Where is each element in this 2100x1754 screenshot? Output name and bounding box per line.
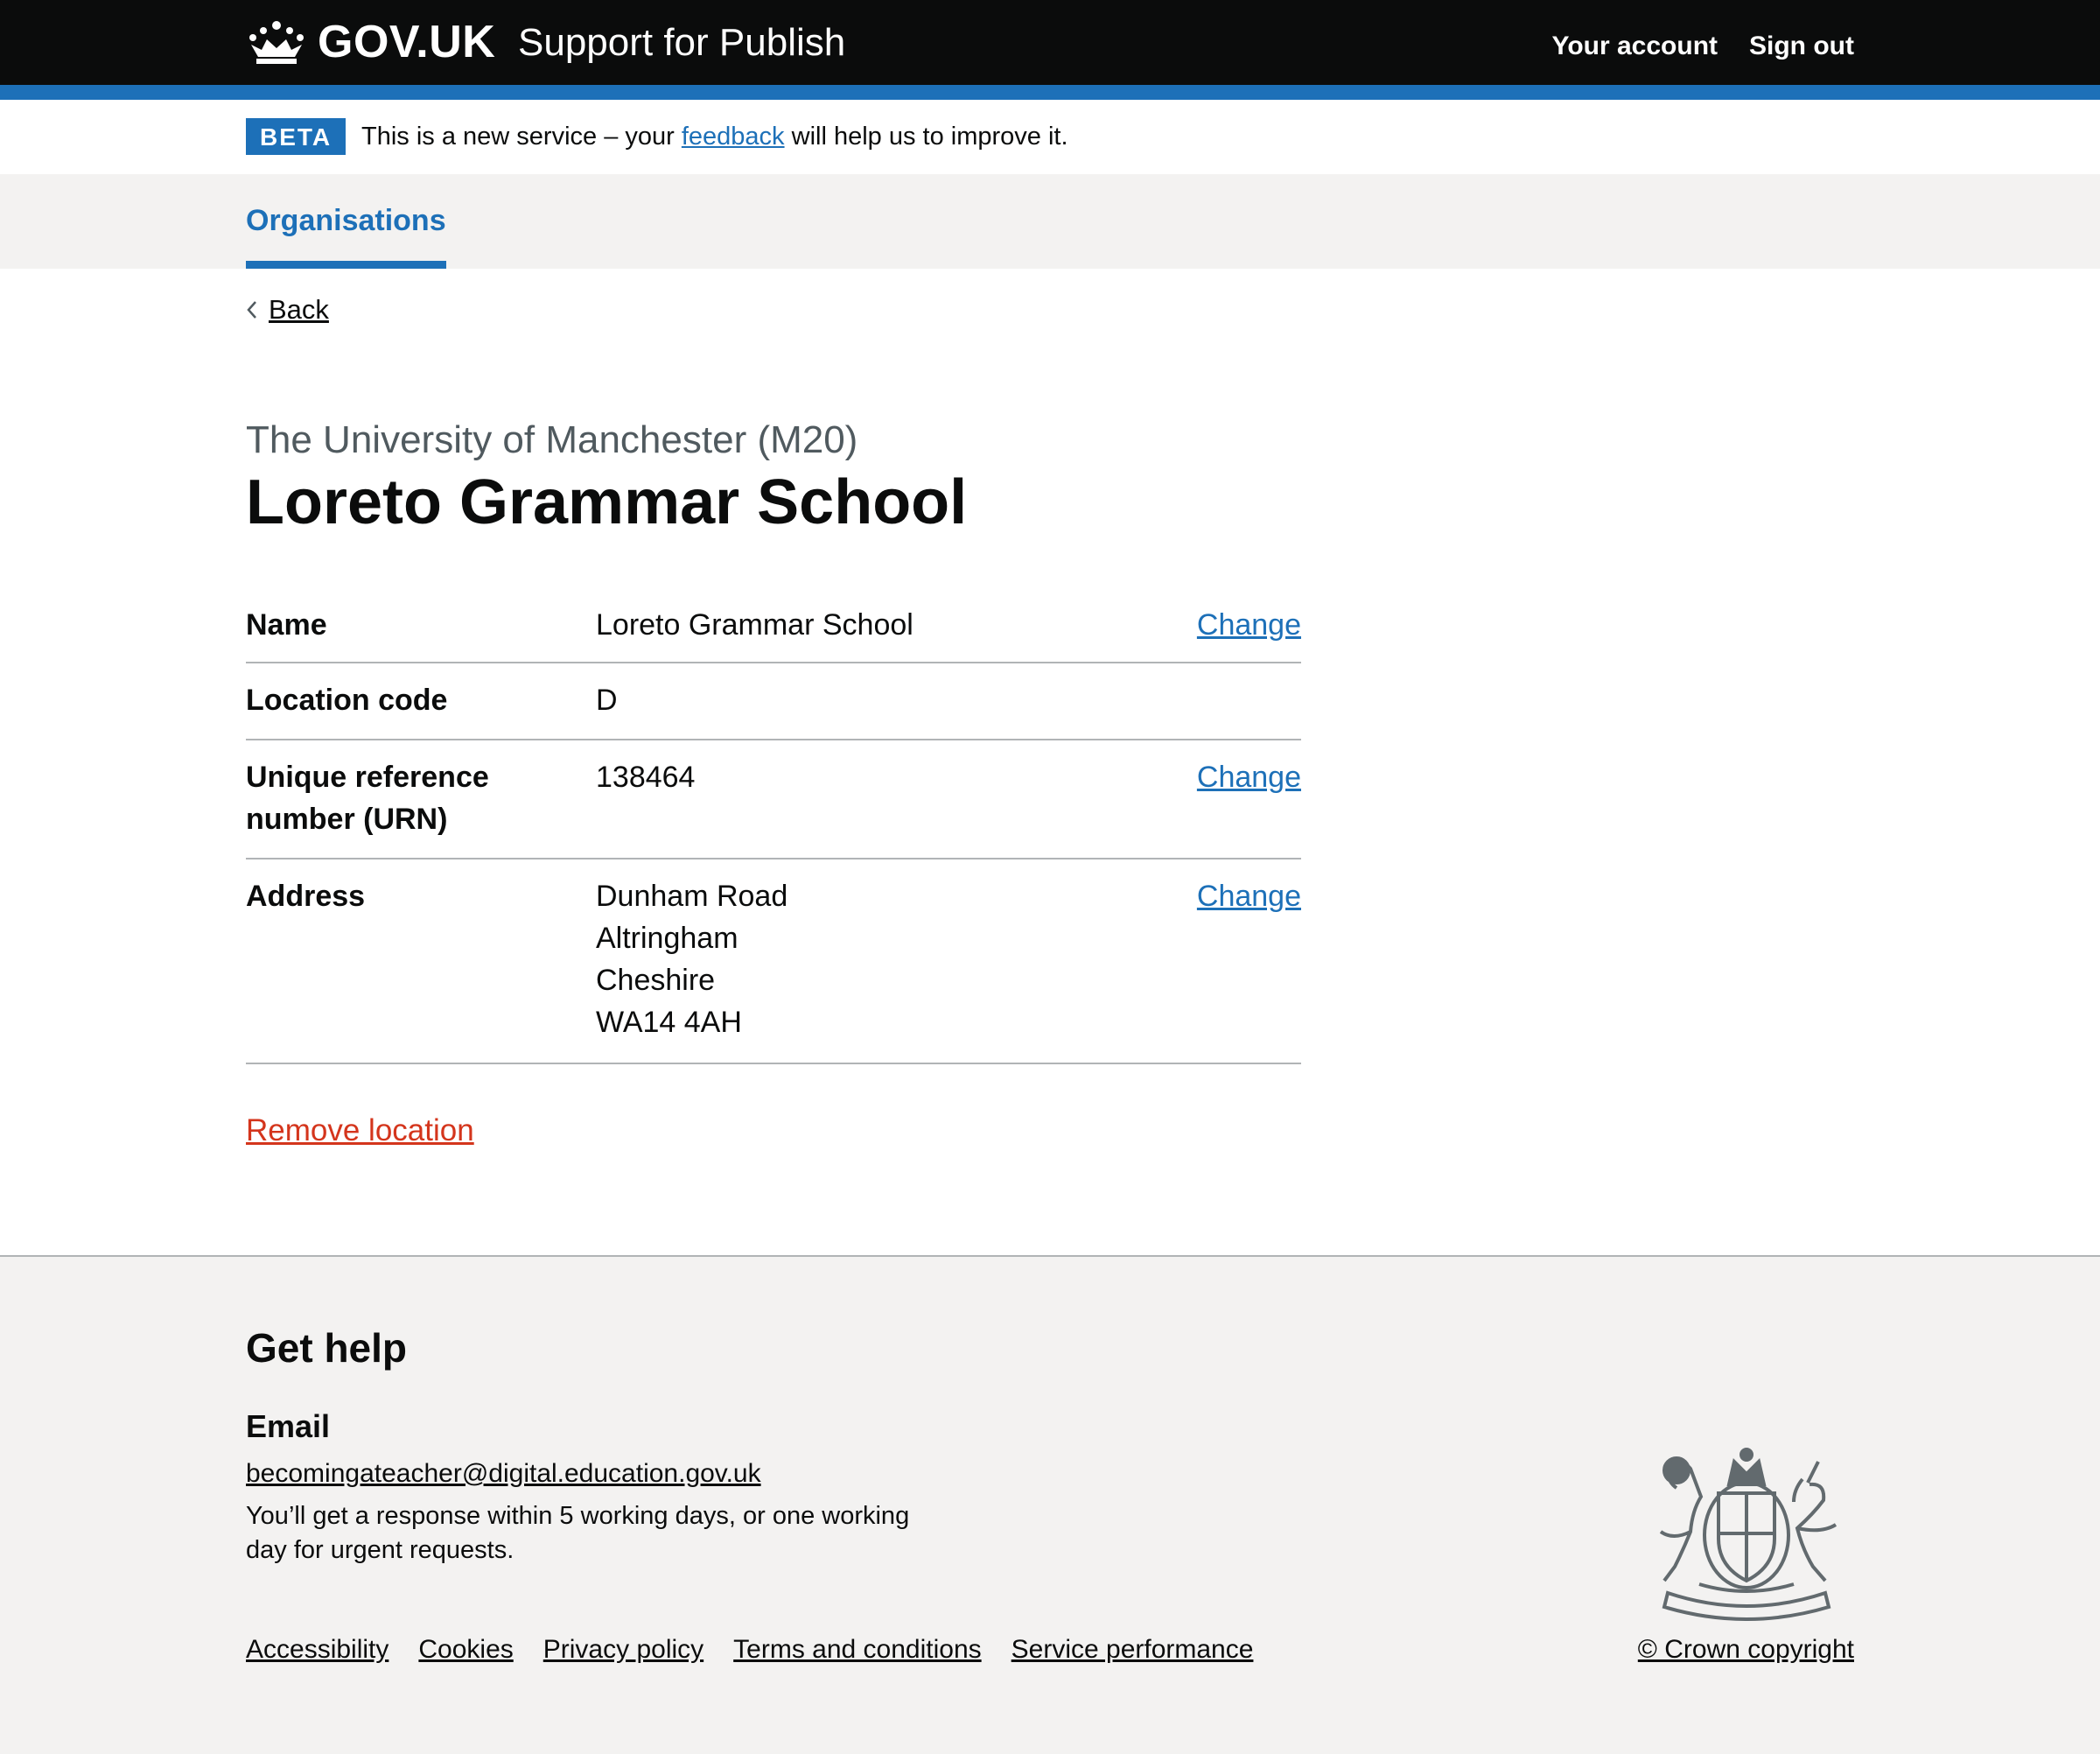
chevron-left-icon [247, 301, 256, 319]
support-email-link[interactable]: becomingateacher@digital.education.gov.u… [246, 1459, 761, 1489]
summary-list: Name Loreto Grammar School Change Locati… [246, 592, 1301, 1064]
crown-copyright-link[interactable]: © Crown copyright [1638, 1635, 1854, 1665]
phase-text-after: will help us to improve it. [784, 123, 1068, 151]
summary-key: Location code [246, 684, 448, 717]
nav-active-indicator [246, 261, 446, 269]
summary-row-address: Address Dunham Road Altringham Cheshire … [246, 859, 1301, 1064]
back-link-label: Back [269, 294, 329, 325]
summary-key: Name [246, 608, 327, 642]
get-help-heading: Get help [246, 1325, 408, 1371]
address-line: WA14 4AH [596, 1006, 742, 1039]
beta-tag: BETA [246, 118, 346, 155]
summary-value: D [596, 684, 618, 717]
change-name-link[interactable]: Change [1197, 604, 1301, 646]
phase-banner-text: This is a new service – your feedback wi… [361, 123, 1068, 151]
footer-link-privacy[interactable]: Privacy policy [543, 1635, 704, 1665]
feedback-link[interactable]: feedback [682, 123, 785, 151]
header-blue-bar [0, 85, 2100, 100]
footer-link-accessibility[interactable]: Accessibility [246, 1635, 388, 1665]
summary-row-urn: Unique reference number (URN) 138464 Cha… [246, 740, 1301, 859]
summary-value-address: Dunham Road Altringham Cheshire WA14 4AH [596, 875, 788, 1043]
summary-key: Unique reference number (URN) [246, 761, 489, 836]
crown-icon [249, 21, 304, 64]
change-address-link[interactable]: Change [1197, 875, 1301, 917]
service-name-link[interactable]: Support for Publish [518, 21, 845, 65]
phase-text-before: This is a new service – your [361, 123, 682, 151]
footer-link-service-performance[interactable]: Service performance [1012, 1635, 1254, 1665]
footer-link-cookies[interactable]: Cookies [418, 1635, 513, 1665]
summary-row-location-code: Location code D [246, 663, 1301, 740]
summary-key: Address [246, 880, 366, 913]
address-line: Dunham Road [596, 880, 788, 913]
royal-coat-of-arms-icon [1659, 1448, 1838, 1621]
site-header: GOV.UK Support for Publish Your account … [0, 0, 2100, 85]
govuk-logo-link[interactable]: GOV.UK [246, 16, 495, 68]
primary-navigation: Organisations [0, 174, 2100, 269]
summary-row-name: Name Loreto Grammar School Change [246, 592, 1301, 663]
nav-item-organisations[interactable]: Organisations [246, 204, 446, 238]
footer-link-terms[interactable]: Terms and conditions [733, 1635, 981, 1665]
page-title: Loreto Grammar School [246, 467, 968, 537]
address-line: Altringham [596, 922, 738, 955]
email-heading: Email [246, 1408, 331, 1444]
change-urn-link[interactable]: Change [1197, 756, 1301, 798]
remove-location-link[interactable]: Remove location [246, 1113, 474, 1148]
your-account-link[interactable]: Your account [1552, 32, 1718, 61]
header-nav: Your account Sign out [1552, 32, 1854, 61]
logo-text: GOV.UK [318, 17, 496, 67]
footer-links: Accessibility Cookies Privacy policy Ter… [246, 1635, 1253, 1665]
response-time-text: You’ll get a response within 5 working d… [246, 1502, 910, 1564]
back-link[interactable]: Back [246, 294, 329, 326]
page-caption: The University of Manchester (M20) [246, 418, 858, 461]
sign-out-link[interactable]: Sign out [1749, 32, 1854, 61]
summary-value: Loreto Grammar School [596, 608, 914, 642]
address-line: Cheshire [596, 964, 716, 997]
summary-value: 138464 [596, 761, 696, 794]
